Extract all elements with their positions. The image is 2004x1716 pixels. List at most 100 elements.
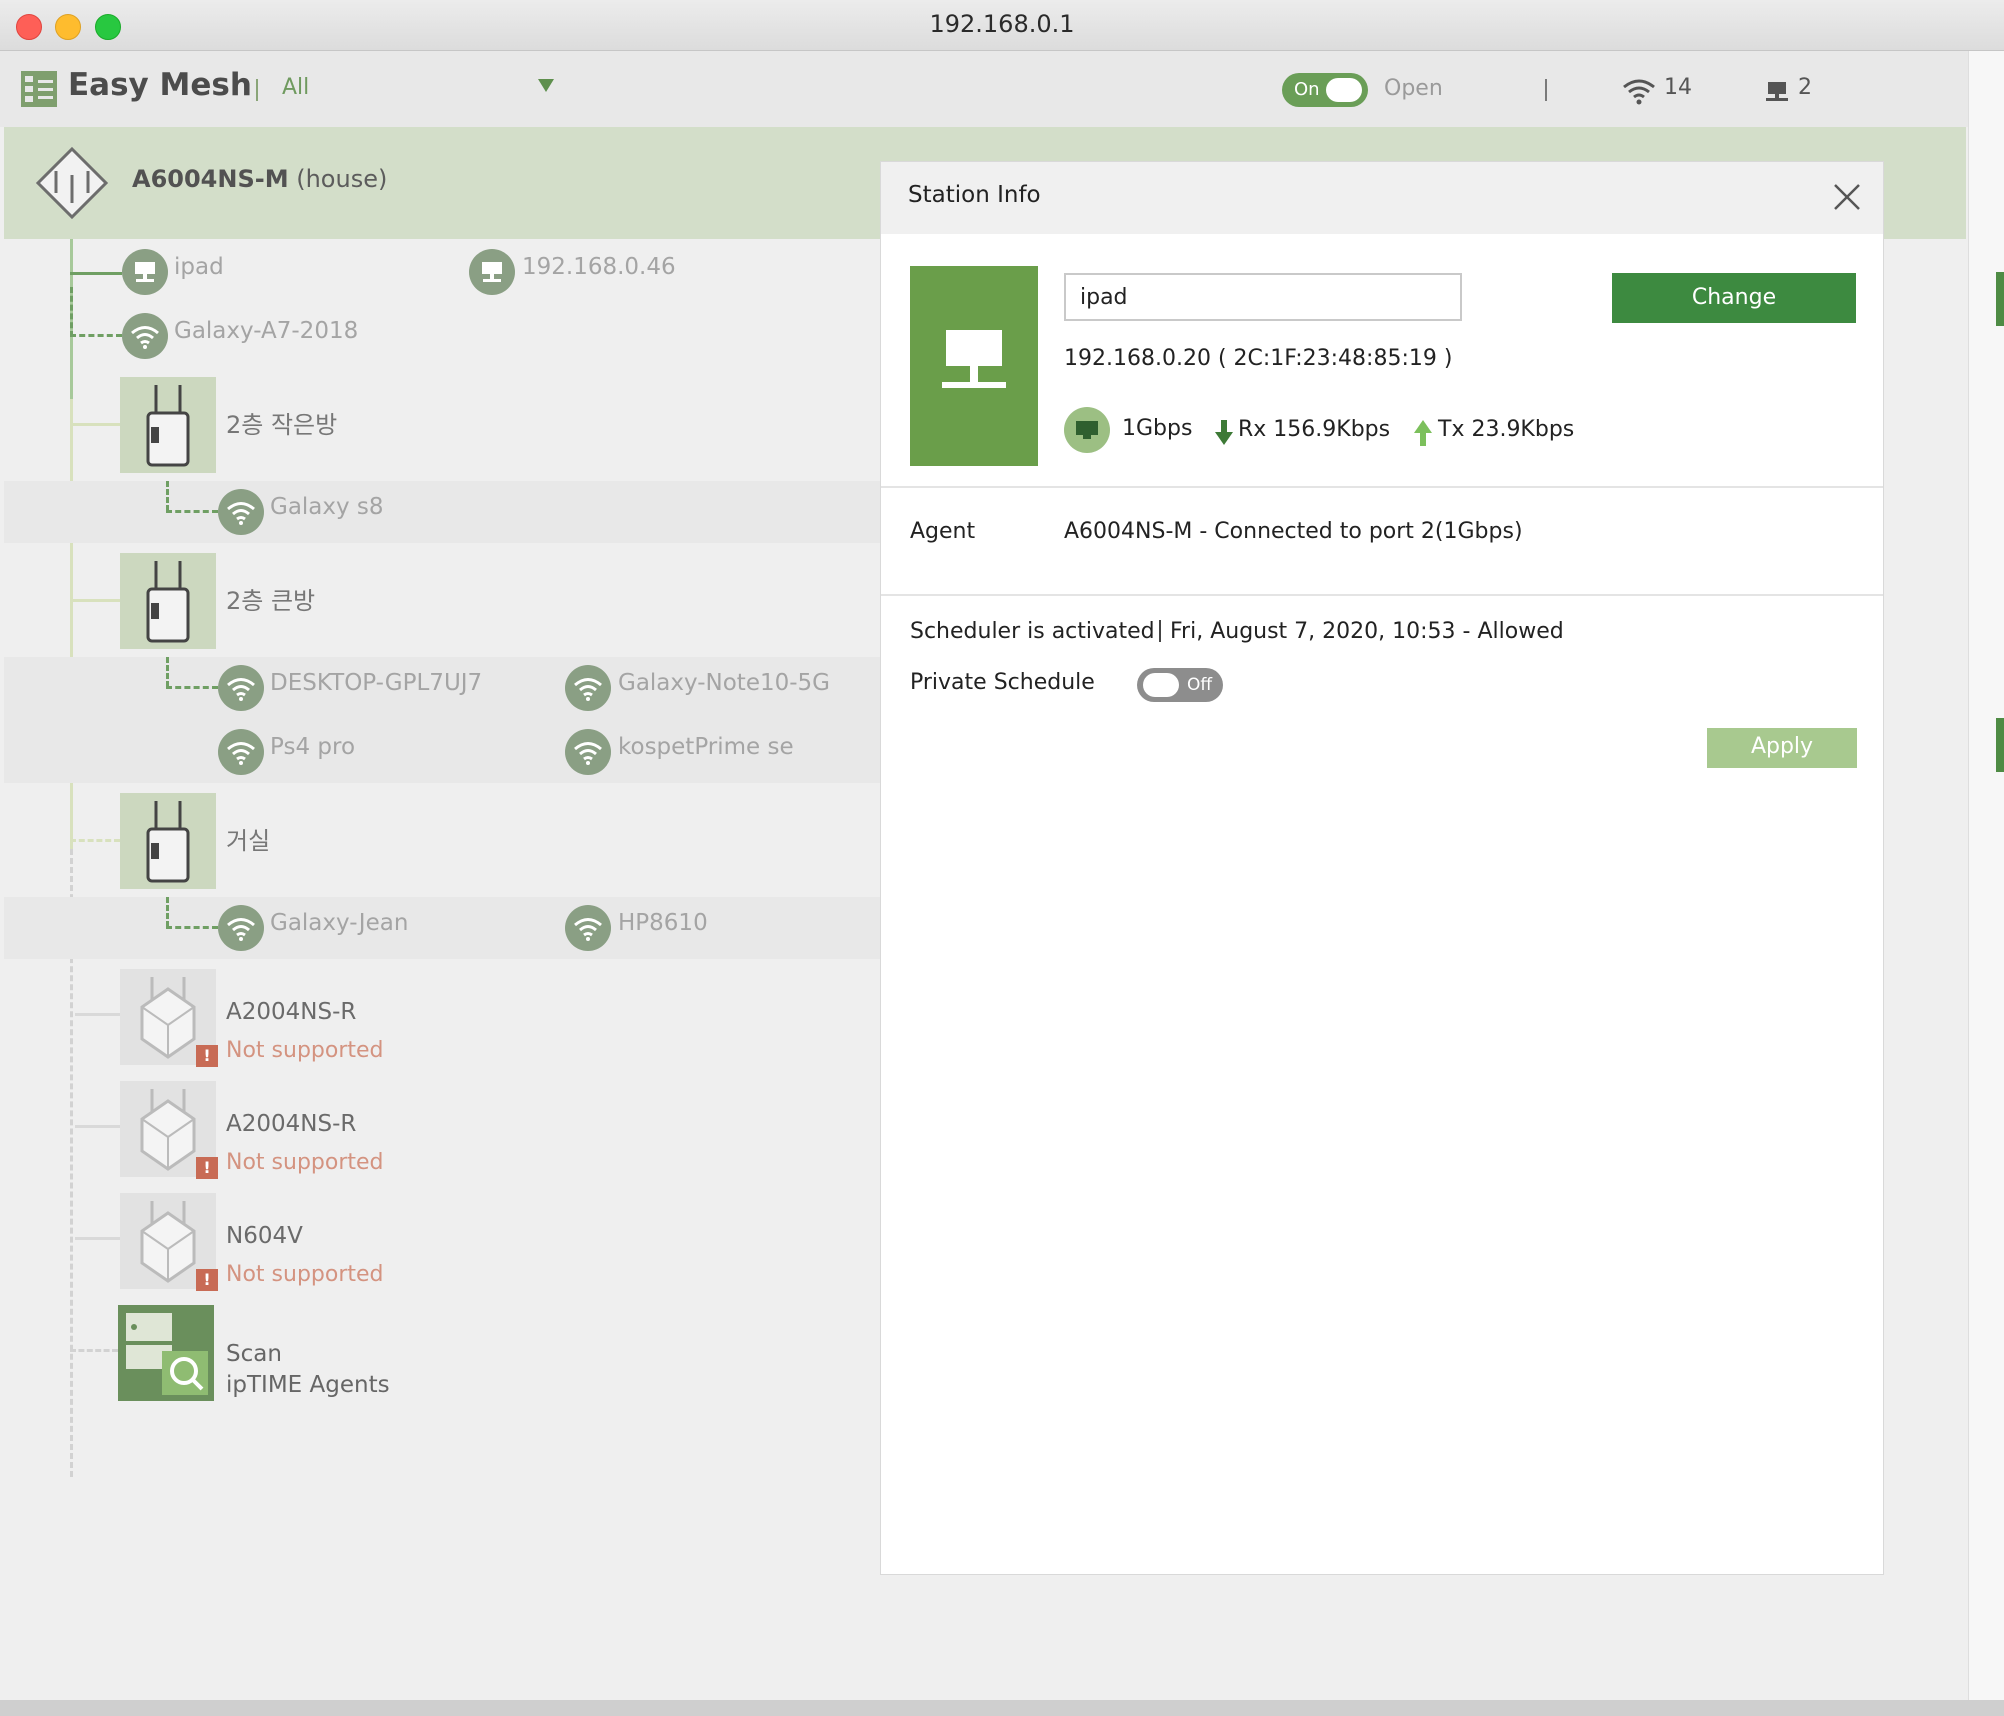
private-schedule-toggle[interactable]: Off <box>1137 668 1223 702</box>
scroll-indicator <box>1996 272 2004 326</box>
scan-agents-label[interactable]: Scan ipTIME Agents <box>226 1339 390 1401</box>
chevron-down-icon[interactable] <box>538 79 554 92</box>
panel-title: Station Info <box>908 182 1041 208</box>
agent-label: Agent <box>910 519 976 544</box>
tree-connector <box>70 272 122 275</box>
warning-icon: ! <box>196 1269 218 1291</box>
desktop-icon <box>1766 82 1788 101</box>
tree-connector <box>75 1013 120 1016</box>
extender-icon[interactable] <box>120 377 216 473</box>
wired-device-icon[interactable] <box>122 249 168 295</box>
scan-search-icon <box>126 1313 208 1395</box>
extender-name[interactable]: 2층 큰방 <box>226 581 315 616</box>
extender-icon[interactable] <box>120 793 216 889</box>
tree-connector <box>166 481 169 511</box>
station-name-input[interactable] <box>1064 273 1462 321</box>
wifi-icon <box>1623 79 1655 105</box>
wired-device-icon[interactable] <box>469 249 515 295</box>
window-bottom-edge <box>0 1700 2004 1716</box>
wifi-device-icon[interactable] <box>218 489 264 535</box>
tree-connector <box>70 423 120 426</box>
app-window: 192.168.0.1 Easy Mesh All On Open 14 2 A… <box>0 0 2004 1716</box>
tree-connector <box>75 1237 120 1240</box>
section-divider <box>881 486 1883 488</box>
toggle-knob <box>1143 673 1179 697</box>
device-name[interactable]: DESKTOP-GPL7UJ7 <box>270 670 482 696</box>
tx-rate: Tx 23.9Kbps <box>1438 417 1575 442</box>
wired-client-count: 2 <box>1798 75 1812 100</box>
rx-rate: Rx 156.9Kbps <box>1238 417 1391 442</box>
extender-name[interactable]: 2층 작은방 <box>226 405 337 440</box>
wifi-device-icon[interactable] <box>565 729 611 775</box>
device-name[interactable]: kospetPrime se <box>618 734 794 760</box>
panel-header: Station Info <box>881 162 1883 234</box>
wifi-client-count: 14 <box>1664 75 1692 100</box>
tree-connector <box>70 599 120 602</box>
tree-connector <box>70 1349 118 1352</box>
warning-icon: ! <box>196 1157 218 1179</box>
tree-connector <box>166 926 218 929</box>
wifi-device-icon[interactable] <box>565 665 611 711</box>
header-divider <box>1545 79 1547 101</box>
wifi-device-icon[interactable] <box>218 729 264 775</box>
change-button[interactable]: Change <box>1612 273 1856 323</box>
tree-connector <box>166 897 169 927</box>
window-title: 192.168.0.1 <box>929 10 1075 38</box>
extender-name[interactable]: 거실 <box>226 821 270 856</box>
scan-label-line2: ipTIME Agents <box>226 1372 390 1398</box>
warning-icon: ! <box>196 1045 218 1067</box>
tree-connector <box>75 1125 120 1128</box>
root-router-model: A6004NS-M <box>132 165 289 193</box>
open-label[interactable]: Open <box>1384 76 1443 101</box>
client-band <box>4 481 884 543</box>
scan-agents-button[interactable] <box>118 1305 214 1401</box>
router-icon <box>35 146 109 220</box>
download-arrow-icon <box>1215 420 1233 445</box>
device-name[interactable]: 192.168.0.46 <box>522 254 676 280</box>
extender-icon[interactable] <box>120 553 216 649</box>
device-name[interactable]: Galaxy-Note10-5G <box>618 670 830 696</box>
device-name[interactable]: HP8610 <box>618 910 708 936</box>
device-name[interactable]: Galaxy s8 <box>270 494 384 520</box>
agent-status: Not supported <box>226 1150 384 1175</box>
device-name[interactable]: Galaxy-A7-2018 <box>174 318 358 344</box>
wifi-device-icon[interactable] <box>218 905 264 951</box>
scan-label-line1: Scan <box>226 1341 282 1367</box>
station-info-panel: Station Info Change 192.168.0.20 ( 2C:1F… <box>880 161 1884 1575</box>
wifi-device-icon[interactable] <box>122 313 168 359</box>
scroll-indicator <box>1996 718 2004 772</box>
agent-name[interactable]: N604V <box>226 1223 303 1249</box>
app-name: Easy Mesh <box>68 67 252 103</box>
agent-name[interactable]: A2004NS-R <box>226 999 356 1025</box>
scheduler-divider <box>1159 620 1161 642</box>
device-name[interactable]: Galaxy-Jean <box>270 910 408 936</box>
section-divider <box>881 594 1883 596</box>
ethernet-icon <box>1064 407 1110 453</box>
tree-connector <box>166 510 218 513</box>
filter-dropdown[interactable]: All <box>282 75 309 100</box>
scheduler-status-value: Fri, August 7, 2020, 10:53 - Allowed <box>1170 619 1564 644</box>
mesh-logo-icon <box>21 71 57 107</box>
client-band <box>4 897 884 959</box>
agent-status: Not supported <box>226 1262 384 1287</box>
mesh-toggle-label: On <box>1294 79 1320 100</box>
wifi-device-icon[interactable] <box>565 905 611 951</box>
wifi-device-icon[interactable] <box>218 665 264 711</box>
scheduler-status-label: Scheduler is activated <box>910 619 1155 644</box>
root-router-name: A6004NS-M (house) <box>132 165 387 193</box>
device-name[interactable]: ipad <box>174 254 224 280</box>
device-name[interactable]: Ps4 pro <box>270 734 355 760</box>
station-ip-mac: 192.168.0.20 ( 2C:1F:23:48:85:19 ) <box>1064 346 1453 371</box>
header-divider <box>256 79 258 101</box>
private-schedule-label: Private Schedule <box>910 670 1095 695</box>
apply-button[interactable]: Apply <box>1707 728 1857 768</box>
mesh-toggle[interactable]: On <box>1282 73 1368 107</box>
tree-connector <box>70 839 120 842</box>
root-router-label: (house) <box>296 165 388 193</box>
close-icon[interactable] <box>1832 182 1862 212</box>
tree-connector <box>166 686 218 689</box>
link-speed: 1Gbps <box>1122 416 1193 441</box>
agent-status: Not supported <box>226 1038 384 1063</box>
app-header: Easy Mesh All On Open 14 2 <box>0 51 1968 127</box>
agent-name[interactable]: A2004NS-R <box>226 1111 356 1137</box>
